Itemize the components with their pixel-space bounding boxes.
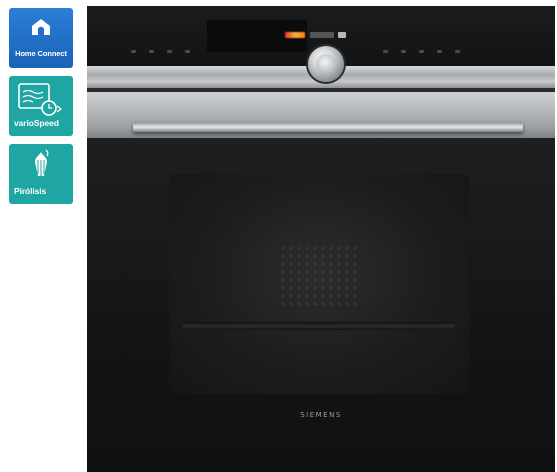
touch-control[interactable] [437, 50, 442, 53]
oven-door[interactable]: SIEMENS [87, 138, 555, 472]
oven-window [169, 174, 469, 394]
badge-label: Pirólisis [14, 186, 47, 196]
knob-center [316, 54, 336, 74]
touch-control[interactable] [185, 50, 190, 53]
variospeed-icon [18, 83, 63, 116]
touch-control[interactable] [167, 50, 172, 53]
display-indicator [285, 32, 305, 38]
touch-control[interactable] [401, 50, 406, 53]
home-connect-badge: Home Connect [9, 8, 73, 68]
door-handle[interactable] [133, 122, 523, 132]
brand-logo: SIEMENS [300, 411, 342, 419]
pyrolysis-icon [35, 149, 49, 176]
touch-control[interactable] [383, 50, 388, 53]
touch-control[interactable] [131, 50, 136, 53]
badge-label: varioSpeed [14, 118, 59, 128]
oven-appliance: SIEMENS [87, 6, 555, 472]
variospeed-badge: varioSpeed [9, 76, 73, 136]
oven-vent-grill [279, 244, 357, 308]
touch-control[interactable] [149, 50, 154, 53]
control-knob[interactable] [308, 46, 344, 82]
display-indicator [338, 32, 346, 38]
home-connect-icon [32, 19, 50, 35]
display-screen [207, 20, 346, 52]
touch-control[interactable] [419, 50, 424, 53]
touch-control[interactable] [455, 50, 460, 53]
badge-label: Home Connect [15, 49, 67, 58]
display-indicator [310, 32, 334, 38]
oven-rack [183, 322, 455, 330]
pyrolysis-badge: Pirólisis [9, 144, 73, 204]
